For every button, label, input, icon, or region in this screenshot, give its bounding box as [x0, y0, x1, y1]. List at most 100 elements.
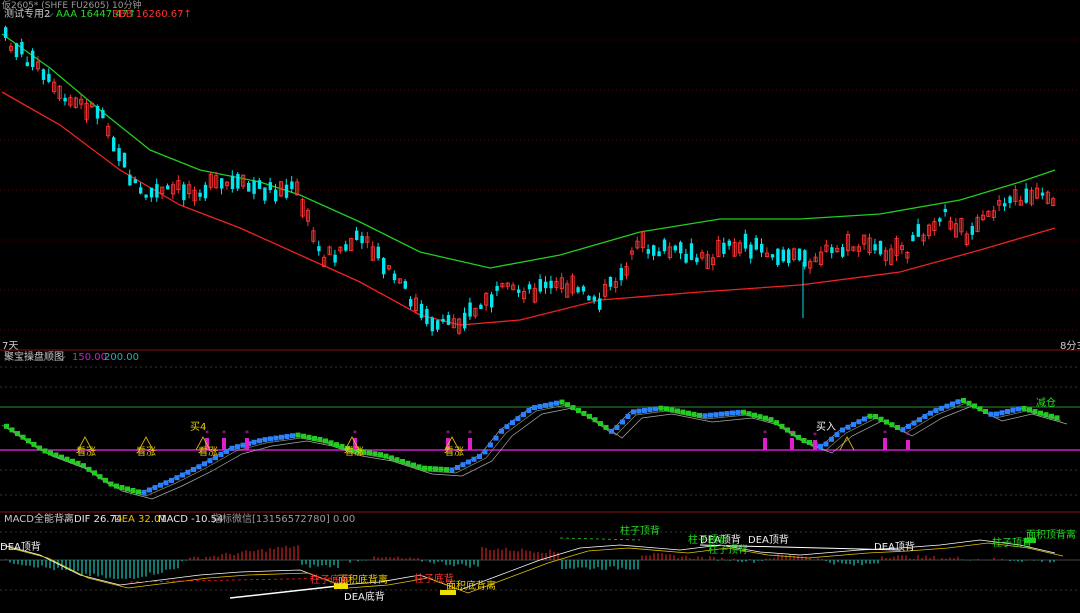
- oscillator-block: [15, 431, 20, 437]
- candle-body-down: [689, 243, 694, 260]
- oscillator-block: [631, 409, 636, 415]
- oscillator-block: [818, 443, 823, 449]
- oscillator-block: [240, 442, 246, 448]
- middle-indicator-name[interactable]: 聚宝操盘顺图: [4, 352, 64, 364]
- oscillator-block: [1054, 415, 1060, 421]
- macd-label-dea-top-3: DEA顶背: [748, 535, 789, 546]
- divergence-dashed-line: [559, 537, 641, 541]
- oscillator-block: [796, 434, 801, 440]
- candle-body-down: [31, 50, 35, 68]
- star-marker: *: [446, 429, 450, 438]
- oscillator-block: [636, 408, 642, 414]
- oscillator-block: [559, 399, 565, 405]
- star-marker: *: [763, 429, 767, 438]
- candle-body-down: [247, 182, 251, 192]
- candle-body-down: [425, 308, 429, 325]
- candle-body-down: [419, 303, 424, 318]
- oscillator-block: [235, 444, 240, 450]
- oscillator-block: [449, 467, 455, 473]
- oscillator-block: [614, 425, 620, 430]
- macd-label-dea-bottom: DEA底背: [344, 592, 385, 603]
- candle-body-down: [943, 208, 947, 213]
- candle-body-down: [749, 244, 753, 259]
- chevron-down-icon[interactable]: ⌵: [58, 352, 66, 364]
- oscillator-block: [576, 408, 581, 414]
- oscillator-block: [378, 452, 383, 458]
- oscillator-block: [515, 416, 521, 422]
- oscillator-block: [944, 403, 950, 409]
- chevron-down-icon[interactable]: ⌵: [62, 514, 70, 526]
- candle-body-down: [830, 247, 834, 253]
- candle-body-down: [403, 281, 407, 289]
- oscillator-block: [108, 481, 114, 487]
- oscillator-block: [1038, 410, 1043, 416]
- oscillator-block: [999, 410, 1005, 416]
- oscillator-block: [405, 460, 411, 466]
- candle-body-down: [257, 180, 262, 189]
- oscillator-block: [438, 466, 444, 472]
- oscillator-block: [592, 417, 598, 423]
- oscillator-block: [466, 459, 471, 465]
- oscillator-block: [823, 441, 829, 447]
- oscillator-block: [48, 450, 53, 456]
- oscillator-block: [75, 460, 81, 466]
- oscillator-block: [218, 452, 224, 458]
- oscillator-block: [889, 422, 895, 428]
- macd-label-bar-top-4: 柱子顶背: [992, 538, 1032, 549]
- candle-body-down: [619, 267, 623, 281]
- candle-body-down: [203, 184, 208, 199]
- oscillator-block: [229, 445, 235, 451]
- oscillator-block: [719, 411, 724, 417]
- oscillator-block: [279, 434, 284, 440]
- oscillator-block: [92, 470, 97, 476]
- candle-body-down: [220, 178, 224, 189]
- candle-body-down: [495, 285, 499, 291]
- oscillator-block: [845, 424, 851, 430]
- middle-value-1: 150.00: [72, 352, 107, 363]
- oscillator-block: [598, 421, 603, 427]
- oscillator-block: [471, 456, 477, 462]
- oscillator-block: [59, 454, 64, 460]
- oscillator-block: [136, 489, 141, 495]
- oscillator-block: [829, 436, 834, 442]
- oscillator-block: [856, 419, 862, 425]
- oscillator-block: [125, 486, 130, 492]
- candle-body-down: [754, 237, 758, 250]
- candle-body-down: [695, 257, 699, 263]
- star-marker: *: [222, 429, 226, 438]
- candle-body-down: [581, 286, 586, 292]
- macd-label-bar-top-3: 柱子顶背: [708, 545, 748, 556]
- oscillator-block: [284, 434, 290, 439]
- oscillator-block: [273, 435, 279, 441]
- chevron-down-icon[interactable]: ⌵: [46, 9, 54, 21]
- candle-body-down: [787, 249, 791, 264]
- candle-body-down: [776, 248, 780, 265]
- candle-body-down: [684, 253, 688, 263]
- oscillator-block: [97, 474, 103, 480]
- candle-body-down: [263, 187, 267, 201]
- candle-body-down: [576, 287, 580, 293]
- macd-label-dea-top-1: DEA顶背: [0, 542, 41, 553]
- oscillator-block: [477, 454, 482, 459]
- oscillator-block: [147, 487, 152, 493]
- candle-body-down: [430, 317, 434, 332]
- candle-body-down: [1024, 188, 1028, 203]
- signal-label-buyin: 买入: [816, 422, 836, 433]
- oscillator-block: [389, 455, 394, 461]
- candle-body-down: [95, 105, 100, 119]
- candle-body-down: [770, 254, 775, 258]
- candle-body-down: [360, 235, 364, 244]
- candle-body-down: [333, 254, 337, 263]
- candle-body-down: [128, 174, 132, 186]
- oscillator-block: [42, 448, 48, 454]
- candle-body-down: [549, 280, 553, 289]
- candle-body-down: [722, 242, 726, 254]
- main-indicator-name[interactable]: 测试专用2: [4, 9, 50, 21]
- candle-body-down: [587, 295, 591, 301]
- candle-body-down: [284, 184, 289, 198]
- oscillator-block: [163, 480, 169, 486]
- oscillator-block: [565, 402, 570, 408]
- candle-body-down: [468, 302, 472, 317]
- oscillator-block: [900, 427, 906, 433]
- candle-body-down: [139, 187, 143, 194]
